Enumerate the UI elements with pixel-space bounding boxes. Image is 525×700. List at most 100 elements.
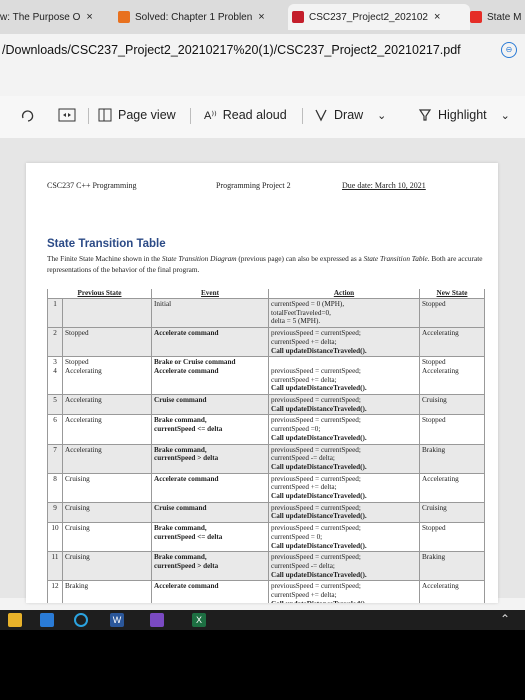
cell-action: previousSpeed = currentSpeed; currentSpee… <box>268 356 420 396</box>
cell-action: previousSpeed = currentSpeed; currentSpee… <box>268 551 420 582</box>
page-layout-icon <box>58 108 76 122</box>
edge-icon[interactable] <box>74 613 88 627</box>
col-previous-state: Previous State <box>47 289 152 299</box>
cell-previous-state: Cruising <box>62 551 152 582</box>
action-line: Call updateDistanceTraveled(). <box>271 346 367 355</box>
close-icon[interactable]: × <box>86 11 92 23</box>
action-line: Call updateDistanceTraveled(). <box>271 600 417 603</box>
pdf-page: CSC237 C++ Programming Programming Proje… <box>26 163 498 603</box>
action-line: previousSpeed = currentSpeed; <box>271 553 361 562</box>
row-number: 9 <box>47 501 63 524</box>
cell-action: previousSpeed = currentSpeed; currentSpee… <box>268 522 420 553</box>
toolbar-separator <box>190 108 191 124</box>
action-line: currentSpeed =0; <box>271 425 321 434</box>
action-line: Call updateDistanceTraveled(). <box>271 404 367 413</box>
action-line: currentSpeed = 0; <box>271 532 323 541</box>
cell-event: Brake command, currentSpeed > delta <box>151 443 269 474</box>
cell-event: Initial <box>151 297 269 329</box>
chevron-down-icon[interactable]: ⌄ <box>501 109 510 122</box>
url-text[interactable]: /Downloads/CSC237_Project2_20210217%20(1… <box>0 43 461 57</box>
action-line: previousSpeed = currentSpeed; <box>271 416 361 425</box>
cell-new-state: Braking <box>419 443 485 474</box>
action-line: previousSpeed = currentSpeed; <box>271 474 361 483</box>
action-line: currentSpeed -= delta; <box>271 561 335 570</box>
close-icon[interactable]: × <box>434 11 440 23</box>
tab-youtube[interactable]: State M <box>470 4 525 30</box>
pdf-toolbar-spacer <box>0 66 525 96</box>
cell-previous-state: Accelerating <box>62 443 152 474</box>
action-line <box>271 358 417 367</box>
action-line: previousSpeed = currentSpeed; <box>271 582 361 591</box>
read-aloud-label: Read aloud <box>222 108 287 122</box>
col-new-state: New State <box>419 289 485 299</box>
cell-action: previousSpeed = currentSpeed; currentSpee… <box>268 414 420 445</box>
col-action: Action <box>268 289 420 299</box>
table-row: 9 Cruising Cruise command previousSpeed = c… <box>47 501 485 524</box>
close-icon[interactable]: × <box>258 11 264 23</box>
action-line: previousSpeed = currentSpeed; <box>271 329 361 338</box>
word-icon[interactable]: W <box>110 613 124 627</box>
chevron-up-icon[interactable]: ⌃ <box>500 613 514 627</box>
tab-label: State M <box>487 11 522 23</box>
zoom-icon[interactable]: ⊖ <box>501 42 517 58</box>
cell-previous-state: Accelerating <box>62 394 152 416</box>
draw-button[interactable]: Draw ⌄ <box>314 108 386 122</box>
excel-icon[interactable]: X <box>192 613 206 627</box>
page-view-button[interactable]: Page view <box>98 108 176 122</box>
fit-page-button[interactable] <box>20 108 36 124</box>
table-row: 5 Accelerating Cruise command previousSpeed… <box>47 394 485 416</box>
table-row: 10 Cruising Brake command, currentSpeed <=… <box>47 522 485 553</box>
section-title: State Transition Table <box>47 238 166 250</box>
header-due-date: Due date: March 10, 2021 <box>342 181 426 190</box>
cell-new-state: Accelerating <box>419 472 485 503</box>
cell-action: previousSpeed = currentSpeed; Call update… <box>268 501 420 524</box>
action-line: Call updateDistanceTraveled(). <box>271 512 367 521</box>
action-line: delta = 5 (MPH). <box>271 317 321 326</box>
row-number: 8 <box>47 472 63 503</box>
action-line: currentSpeed += delta; <box>271 591 337 600</box>
cell-action: previousSpeed = currentSpeed; currentSpee… <box>268 580 420 603</box>
row-number: 12 <box>47 580 63 603</box>
pdf-viewer[interactable]: CSC237 C++ Programming Programming Proje… <box>0 138 525 603</box>
cell-previous-state: Stopped Accelerating <box>62 356 152 396</box>
table-body: 1 Initial currentSpeed = 0 (MPH), totalFeet… <box>47 297 485 603</box>
highlight-button[interactable]: Highlight ⌄ <box>418 108 510 122</box>
table-row: 3 4 Stopped Accelerating Brake or Cruise c… <box>47 356 485 396</box>
read-aloud-button[interactable]: A⁾⁾ Read aloud <box>204 108 287 122</box>
row-number: 1 <box>47 297 63 329</box>
state-transition-table: Previous State Event Action New State 1 I… <box>47 289 485 603</box>
tab-purpose[interactable]: w: The Purpose O × <box>0 4 104 30</box>
two-page-button[interactable] <box>58 108 76 122</box>
word-letter: W <box>112 615 122 625</box>
fit-width-icon <box>21 110 34 122</box>
tab-pdf[interactable]: CSC237_Project2_202102 × <box>288 4 470 30</box>
table-row: 7 Accelerating Brake command, currentSpeed… <box>47 443 485 474</box>
intro-text: The Finite State Machine shown in the <box>47 254 162 263</box>
action-line: Call updateDistanceTraveled(). <box>271 541 367 550</box>
visual-studio-icon[interactable] <box>150 613 164 627</box>
header-course: CSC237 C++ Programming <box>47 181 137 190</box>
action-line: currentSpeed += delta; <box>271 483 337 492</box>
cell-action: previousSpeed = currentSpeed; currentSpee… <box>268 472 420 503</box>
cell-event: Cruise command <box>151 394 269 416</box>
chevron-down-icon[interactable]: ⌄ <box>377 109 386 122</box>
action-line: previousSpeed = currentSpeed; <box>271 366 361 375</box>
cell-new-state: Stopped <box>419 522 485 553</box>
action-line: Call updateDistanceTraveled(). <box>271 570 367 579</box>
cell-new-state: Cruising <box>419 394 485 416</box>
pdf-toolbar: Page view A⁾⁾ Read aloud Draw ⌄ Highligh… <box>0 96 525 139</box>
cell-event: Brake command, currentSpeed <= delta <box>151 414 269 445</box>
cell-action: previousSpeed = currentSpeed; currentSpee… <box>268 443 420 474</box>
page-view-label: Page view <box>118 108 176 122</box>
highlight-label: Highlight <box>438 108 487 122</box>
cell-previous-state: Stopped <box>62 327 152 358</box>
table-row: 6 Accelerating Brake command, currentSpeed… <box>47 414 485 445</box>
store-icon[interactable] <box>40 613 54 627</box>
tab-chegg[interactable]: Solved: Chapter 1 Problen × <box>118 4 280 30</box>
intro-paragraph: The Finite State Machine shown in the St… <box>47 253 487 275</box>
browser-window: w: The Purpose O × Solved: Chapter 1 Pro… <box>0 0 525 610</box>
row-number: 2 <box>47 327 63 358</box>
file-explorer-icon[interactable] <box>8 613 22 627</box>
highlight-icon <box>418 109 432 121</box>
address-bar[interactable]: /Downloads/CSC237_Project2_20210217%20(1… <box>0 34 525 66</box>
